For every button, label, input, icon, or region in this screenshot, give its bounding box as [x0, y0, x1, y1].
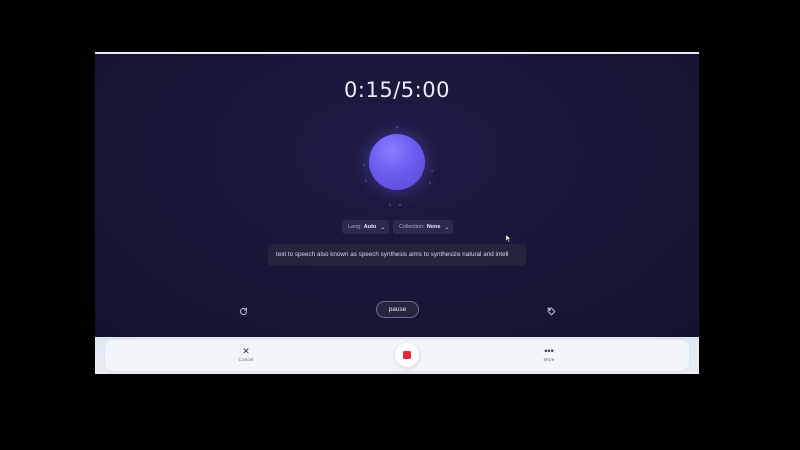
- collection-label: Collection:: [399, 224, 425, 230]
- chevron-down-icon: ⌄: [380, 224, 386, 231]
- voice-orb: [369, 134, 425, 190]
- recording-timer: 0:15/5:00: [344, 78, 450, 102]
- tag-icon: [547, 307, 555, 315]
- more-dots-icon: •••: [544, 346, 554, 356]
- refresh-button[interactable]: [236, 304, 250, 318]
- bottom-action-panel: ✕ Cancel ••• More: [105, 340, 689, 371]
- cancel-label: Cancel: [238, 358, 254, 363]
- voice-visualizer: [351, 124, 441, 214]
- recorder-window: 0:15/5:00 Lang: Auto ⌄ Collection: None …: [95, 52, 699, 374]
- close-icon: ✕: [242, 346, 250, 356]
- visualizer-dot: [389, 204, 391, 206]
- chevron-down-icon: ⌄: [444, 224, 450, 231]
- visualizer-dot: [429, 182, 431, 184]
- stop-recording-button[interactable]: [395, 343, 419, 367]
- visualizer-dot: [399, 204, 401, 206]
- recording-stage: 0:15/5:00 Lang: Auto ⌄ Collection: None …: [95, 54, 699, 337]
- pause-button[interactable]: pause: [376, 301, 419, 318]
- visualizer-dot: [396, 126, 398, 128]
- more-button[interactable]: ••• More: [529, 346, 569, 363]
- collection-value: None: [426, 224, 441, 230]
- cancel-button[interactable]: ✕ Cancel: [226, 346, 266, 363]
- language-label: Lang:: [348, 224, 362, 230]
- live-transcript: text to speech also known as speech synt…: [268, 244, 526, 266]
- mouse-cursor-icon: [505, 234, 512, 243]
- stop-icon: [403, 351, 411, 359]
- bottom-action-bar: ✕ Cancel ••• More: [95, 337, 699, 374]
- collection-selector[interactable]: Collection: None ⌄: [393, 220, 453, 234]
- more-label: More: [543, 358, 555, 363]
- refresh-icon: [239, 307, 247, 315]
- visualizer-dot: [431, 170, 433, 172]
- language-selector[interactable]: Lang: Auto ⌄: [342, 220, 389, 234]
- language-value: Auto: [363, 224, 377, 230]
- visualizer-dot: [365, 180, 367, 182]
- tag-button[interactable]: [544, 304, 558, 318]
- visualizer-dot: [363, 164, 365, 166]
